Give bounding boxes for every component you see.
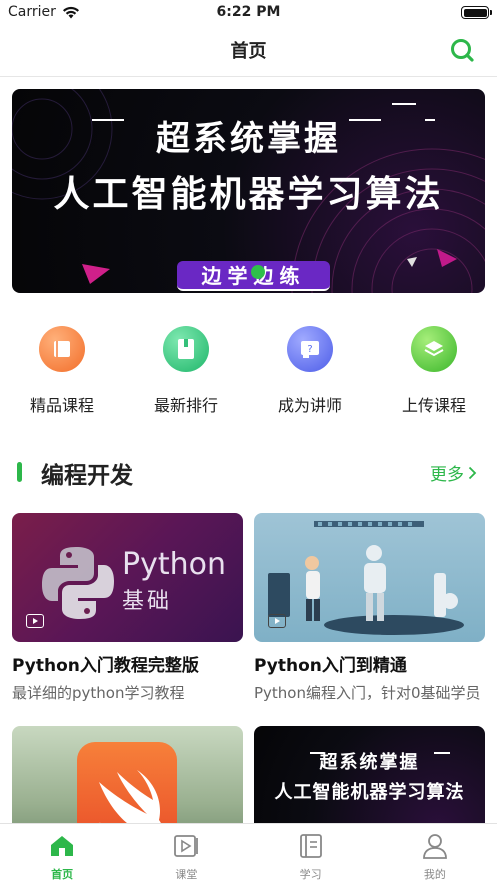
- ranking-icon: [163, 326, 209, 372]
- tab-study[interactable]: 学习: [249, 824, 373, 883]
- svg-text:?: ?: [307, 344, 312, 355]
- more-link[interactable]: 更多: [430, 460, 477, 485]
- layers-icon: [411, 326, 457, 372]
- tab-profile[interactable]: 我的: [373, 824, 497, 883]
- page-title: 首页: [230, 41, 267, 62]
- quick-entry-become-teacher[interactable]: ? 成为讲师: [260, 326, 360, 416]
- status-bar: Carrier 6:22 PM: [0, 0, 497, 24]
- tab-label: 课堂: [175, 868, 198, 881]
- quick-entries: 精品课程 最新排行 ? 成为讲师 上传课程: [0, 326, 497, 416]
- tab-label: 我的: [423, 868, 446, 881]
- quick-entry-label: 最新排行: [153, 396, 218, 415]
- course-thumbnail: Python 基础: [12, 513, 243, 642]
- thumb-title-line2: 人工智能机器学习算法: [274, 782, 465, 803]
- thumb-title-line1: 超系统掌握: [319, 752, 420, 773]
- tab-home[interactable]: 首页: [0, 824, 124, 883]
- video-icon: [26, 614, 44, 628]
- banner-title-line1: 超系统掌握: [156, 119, 341, 159]
- thumb-text-basics: 基础: [122, 589, 173, 614]
- video-play-icon: [174, 835, 199, 857]
- quick-entry-label: 上传课程: [401, 396, 466, 415]
- chevron-right-icon: [468, 466, 477, 479]
- nav-bar: 首页: [0, 24, 497, 77]
- tab-label: 首页: [51, 868, 74, 881]
- teacher-icon: ?: [287, 326, 333, 372]
- promo-banner[interactable]: 超系统掌握 人工智能机器学习算法 边学边练: [12, 89, 485, 293]
- user-icon: [422, 834, 447, 859]
- tab-bar: 首页 课堂 学习 我的: [0, 823, 497, 883]
- quick-entry-latest-ranking[interactable]: 最新排行: [136, 326, 236, 416]
- tab-classroom[interactable]: 课堂: [124, 824, 248, 883]
- search-icon[interactable]: [449, 37, 475, 63]
- section-header: 编程开发 更多: [0, 454, 497, 490]
- section-accent-bar: [17, 462, 22, 482]
- battery-icon: [461, 6, 492, 19]
- book-icon: [39, 326, 85, 372]
- quick-entry-label: 成为讲师: [277, 396, 342, 415]
- quick-entry-upload-course[interactable]: 上传课程: [384, 326, 484, 416]
- course-title: Python入门教程完整版: [12, 656, 199, 676]
- course-card[interactable]: Python 基础 Python入门教程完整版 最详细的python学习教程: [12, 513, 243, 703]
- course-card[interactable]: Python入门到精通 Python编程入门，针对0基础学员: [254, 513, 485, 703]
- course-subtitle: 最详细的python学习教程: [12, 684, 185, 702]
- course-title: Python入门到精通: [254, 656, 407, 676]
- robot-illustration: [268, 521, 464, 635]
- course-subtitle: Python编程入门，针对0基础学员: [254, 684, 481, 702]
- quick-entry-label: 精品课程: [29, 396, 94, 415]
- banner-title-line2: 人工智能机器学习算法: [53, 174, 444, 215]
- video-icon: [268, 614, 286, 628]
- section-title: 编程开发: [41, 463, 133, 489]
- thumb-text-python: Python: [122, 547, 226, 582]
- home-icon: [51, 836, 74, 856]
- carousel-indicator[interactable]: [251, 265, 265, 279]
- quick-entry-premium-courses[interactable]: 精品课程: [12, 326, 112, 416]
- course-thumbnail: [254, 513, 485, 642]
- more-label: 更多: [430, 465, 464, 485]
- tab-label: 学习: [299, 868, 322, 881]
- clock: 6:22 PM: [216, 4, 281, 20]
- notebook-icon: [299, 834, 322, 858]
- python-logo-icon: [42, 547, 114, 619]
